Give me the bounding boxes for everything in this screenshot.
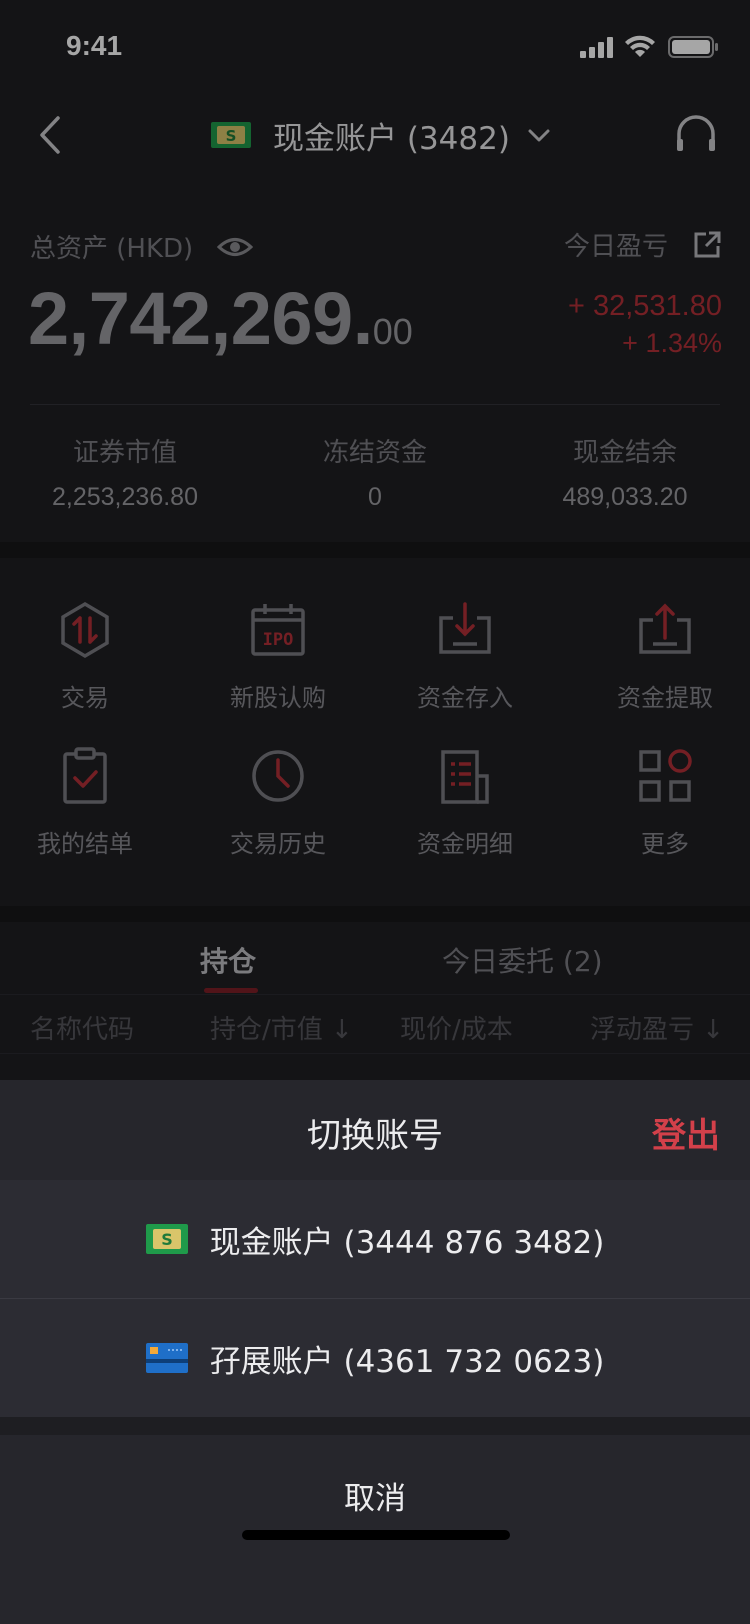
- sheet-title: 切换账号: [307, 1116, 443, 1156]
- account-option-cash[interactable]: S 现金账户 (3444 876 3482): [0, 1180, 750, 1298]
- account-option-label: 现金账户 (3444 876 3482): [209, 1224, 605, 1261]
- logout-button[interactable]: 登出: [652, 1108, 720, 1157]
- modal-overlay[interactable]: [0, 0, 750, 1080]
- home-indicator[interactable]: [242, 1530, 510, 1540]
- account-option-margin[interactable]: 孖展账户 (4361 732 0623): [0, 1299, 750, 1417]
- svg-text:S: S: [161, 1230, 173, 1249]
- sheet-header: 切换账号 登出: [0, 1080, 750, 1180]
- margin-card-icon: [145, 1343, 188, 1373]
- account-option-label: 孖展账户 (4361 732 0623): [209, 1343, 605, 1380]
- section-gap: [0, 1417, 750, 1435]
- cash-account-icon: S: [145, 1224, 188, 1254]
- switch-account-sheet: 切换账号 登出 S 现金账户 (3444 876 3482) 孖展账户 (436…: [0, 1080, 750, 1624]
